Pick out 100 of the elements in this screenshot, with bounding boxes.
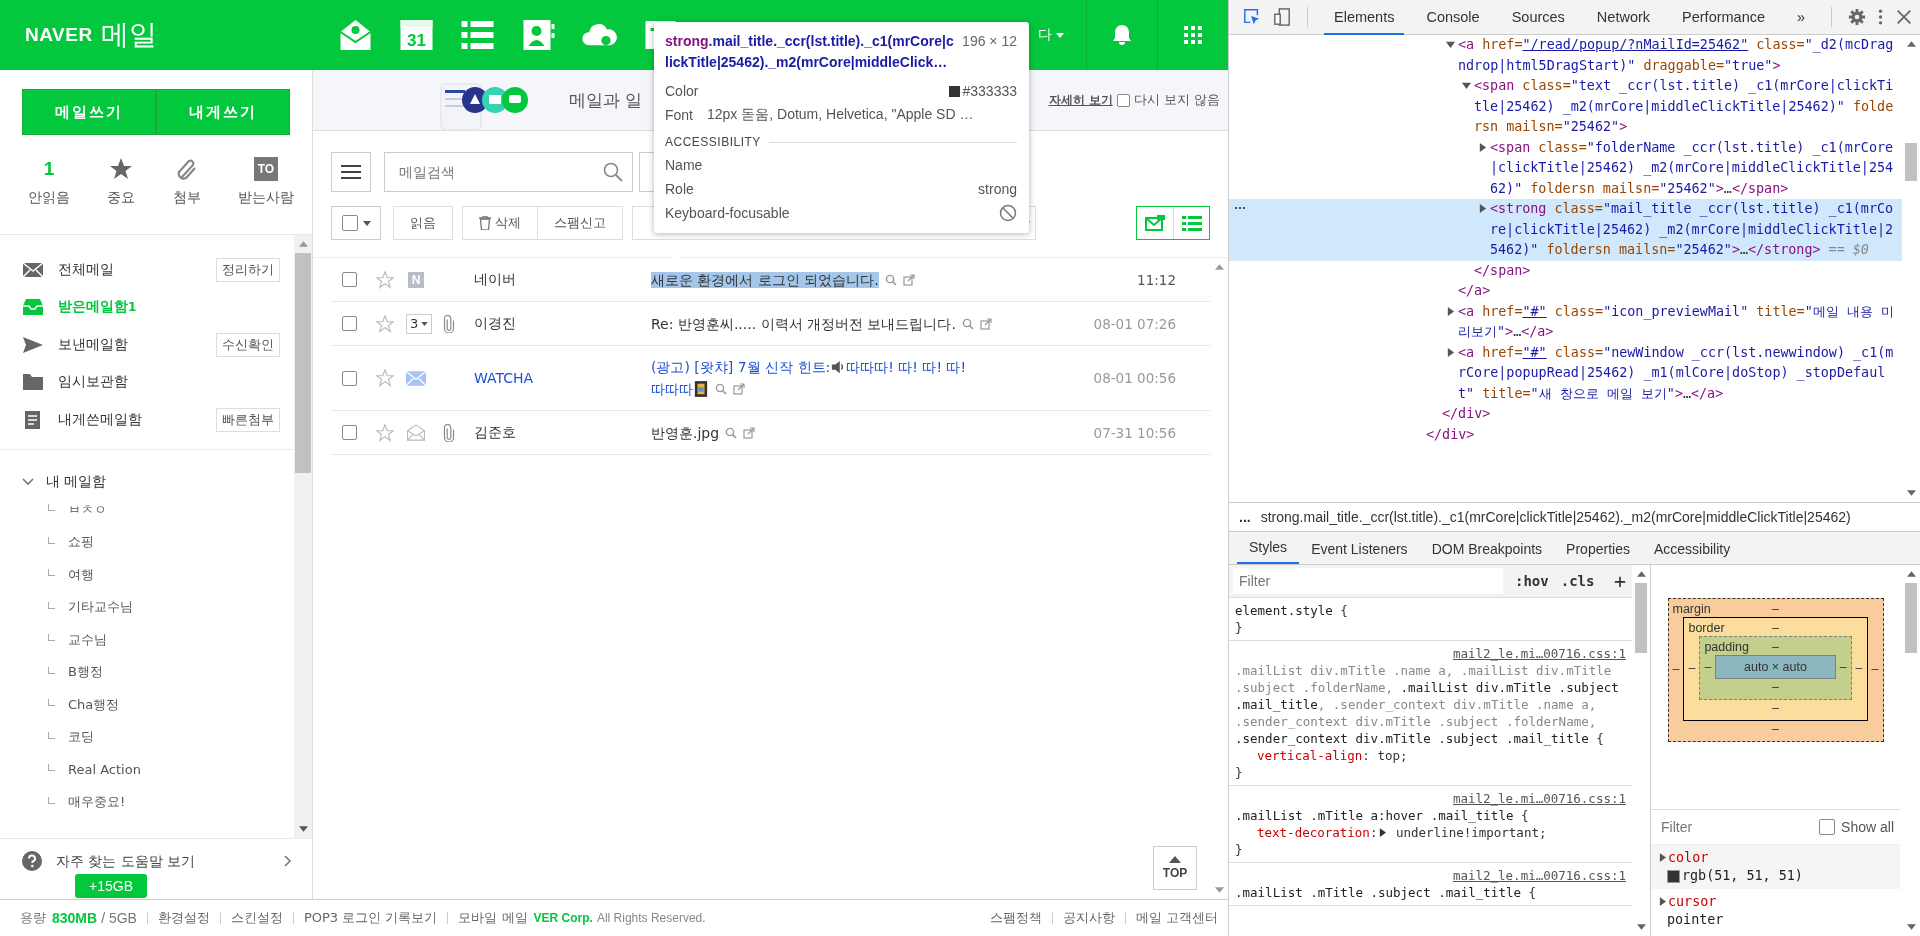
footer-link[interactable]: 환경설정 [157,909,210,927]
filter-field[interactable]: Filter [1233,568,1503,594]
mail-home-icon[interactable] [337,18,374,52]
pane-tab[interactable]: Accessibility [1641,534,1743,564]
mail-row[interactable]: N 네이버 새로운 환경에서 로그인 되었습니다. 11:12 [331,258,1210,302]
chevron-right-icon[interactable] [284,855,292,867]
folder-item[interactable]: B행정 [68,663,103,682]
pane-tab[interactable]: DOM Breakpoints [1419,534,1555,564]
folder-item[interactable]: 여행 [68,565,94,584]
footer-link[interactable]: 스팸정책 [989,909,1042,927]
mail-subject[interactable]: 따따따! 따! 따! 따! [846,359,967,375]
search-icon[interactable] [725,426,738,439]
source-link[interactable]: mail2_le.mi…00716.css:1 [1452,868,1626,883]
scroll-down-icon[interactable] [1906,490,1916,496]
expand-arrow-icon[interactable] [1659,897,1666,906]
scroll-thumb[interactable] [1905,583,1917,653]
sender-name[interactable]: 김준호 [474,423,651,442]
panel-tab[interactable]: Performance [1672,0,1776,35]
folder-item[interactable]: ㅂㅊㅇ [68,500,107,519]
scroll-thumb[interactable] [1635,583,1647,653]
mail-subject[interactable]: 반영훈.jpg [651,424,720,441]
row-checkbox[interactable] [342,272,357,287]
new-rule-button[interactable]: + [1613,569,1626,593]
folder-action-button[interactable]: 정리하기 [216,257,280,282]
footer-link[interactable]: 스킨설정 [230,909,283,927]
folder-action-button[interactable]: 수신확인 [216,332,280,357]
panel-tab[interactable]: Sources [1501,0,1575,35]
select-all-dropdown[interactable] [331,206,381,240]
hover-state-button[interactable]: :hov [1515,573,1549,589]
search-icon[interactable] [603,162,623,182]
css-declaration[interactable]: text-decoration: underline!important; [1235,824,1626,841]
footer-link[interactable]: 메일 고객센터 [1135,909,1218,927]
mail-row[interactable]: 3 이경진 Re: 반영훈씨..... 이력서 개정버전 보내드립니다. 08-01 07:26 [331,302,1210,346]
scroll-down-icon[interactable] [1214,887,1224,893]
expand-arrow-icon[interactable] [1379,828,1387,837]
new-window-icon[interactable] [979,317,992,330]
pane-tab[interactable]: Properties [1554,534,1642,564]
mail-subject[interactable]: Re: 반영훈씨..... 이력서 개정버전 보내드립니다. [651,315,956,332]
dom-node[interactable]: </div> [1426,424,1894,445]
more-link[interactable]: 자세히 보기 [1048,91,1113,109]
inspect-icon[interactable] [1243,8,1261,26]
filter-label[interactable]: 안읽음 [28,189,70,207]
folder-item[interactable]: 전체메일 정리하기 [0,251,294,289]
search-icon[interactable] [961,317,974,330]
folder-item[interactable]: 코딩 [68,728,94,747]
expand-arrow-icon[interactable] [1478,142,1487,152]
thread-count-dropdown[interactable]: 3 [406,313,433,334]
folder-item[interactable]: 교수님 [68,630,107,649]
scroll-down-icon[interactable] [298,826,308,832]
scroll-thumb[interactable] [1905,143,1917,181]
dom-node[interactable]: <span class="folderName _ccr(lst.title) _c1(mrCore|clickTitle|25462) _m2(mrCore|middleClickTitle|25462)" foldersn mailsn="25462">…</span> [1490,137,1894,199]
scroll-up-icon[interactable] [1906,571,1916,577]
search-icon[interactable] [884,273,897,286]
folder-item[interactable]: 매우중요! [68,793,126,812]
expand-arrow-icon[interactable] [1659,853,1666,862]
settings-icon[interactable] [1848,8,1867,26]
search-field[interactable]: 메일검색 [384,152,633,192]
source-link[interactable]: mail2_le.mi…00716.css:1 [1452,791,1626,806]
panel-tab[interactable]: Network [1586,0,1661,35]
expand-arrow-icon[interactable] [1478,204,1487,213]
sender-name[interactable]: 이경진 [474,314,651,333]
scroll-thumb[interactable] [295,253,311,473]
row-checkbox[interactable] [342,370,357,386]
more-tabs-button[interactable]: » [1787,0,1816,35]
new-window-icon[interactable] [902,273,915,286]
footer-link[interactable]: POP3 로그인 기록보기 [303,909,438,927]
expand-arrow-icon[interactable] [1462,81,1471,90]
toolbar-button[interactable]: 스팸신고 [538,206,623,240]
pane-tab[interactable]: Event Listeners [1299,534,1420,564]
sender-name[interactable]: WATCHA [474,370,651,386]
mail-subject[interactable]: 따따따 [651,381,693,397]
dom-node[interactable]: <a href="/read/popup/?nMailId=25462" class="_d2(mcDragndrop|html5DragStart)" draggable="true"> [1458,35,1894,76]
folder-item[interactable]: 쇼핑 [68,533,94,552]
scroll-up-icon[interactable] [298,241,308,247]
new-window-icon[interactable] [733,383,745,395]
source-link[interactable]: mail2_le.mi…00716.css:1 [1452,646,1626,661]
footer-link[interactable]: 공지사항 [1062,909,1115,927]
expand-arrow-icon[interactable] [1446,306,1455,316]
search-icon[interactable] [715,383,727,395]
mail-row[interactable]: 김준호 반영훈.jpg 07-31 10:56 [331,411,1210,455]
toolbar-button[interactable]: 삭제 [462,206,538,240]
footer-link[interactable]: 모바일 메일 [458,909,528,927]
breadcrumb-item[interactable]: strong.mail_title._ccr(lst.title)._c1(mrCore|clickTitle|25462)._m2(mrCore|middleClickTitle|25462) [1260,506,1851,528]
top-button[interactable]: TOP [1153,846,1197,890]
filter-label[interactable]: 받는사람 [238,189,294,207]
scroll-down-icon[interactable] [1906,924,1916,930]
breadcrumb-more[interactable]: ... [1239,509,1251,525]
folder-item[interactable]: Real Action [68,762,141,778]
app-grid-icon[interactable] [1183,25,1203,45]
expand-arrow-icon[interactable] [1446,40,1455,49]
scroll-up-icon[interactable] [1636,571,1646,577]
scroll-down-icon[interactable] [1636,924,1646,930]
star-icon[interactable] [376,270,394,289]
close-icon[interactable] [1895,8,1914,26]
star-icon[interactable] [376,369,394,387]
checkbox-label[interactable]: 다시 보지 않음 [1133,91,1220,109]
row-checkbox[interactable] [342,425,357,440]
class-button[interactable]: .cls [1560,573,1595,589]
mail-subject[interactable]: (광고) [왓챠] 7월 신작 힌트: [651,359,831,375]
checkbox[interactable] [1819,819,1836,835]
